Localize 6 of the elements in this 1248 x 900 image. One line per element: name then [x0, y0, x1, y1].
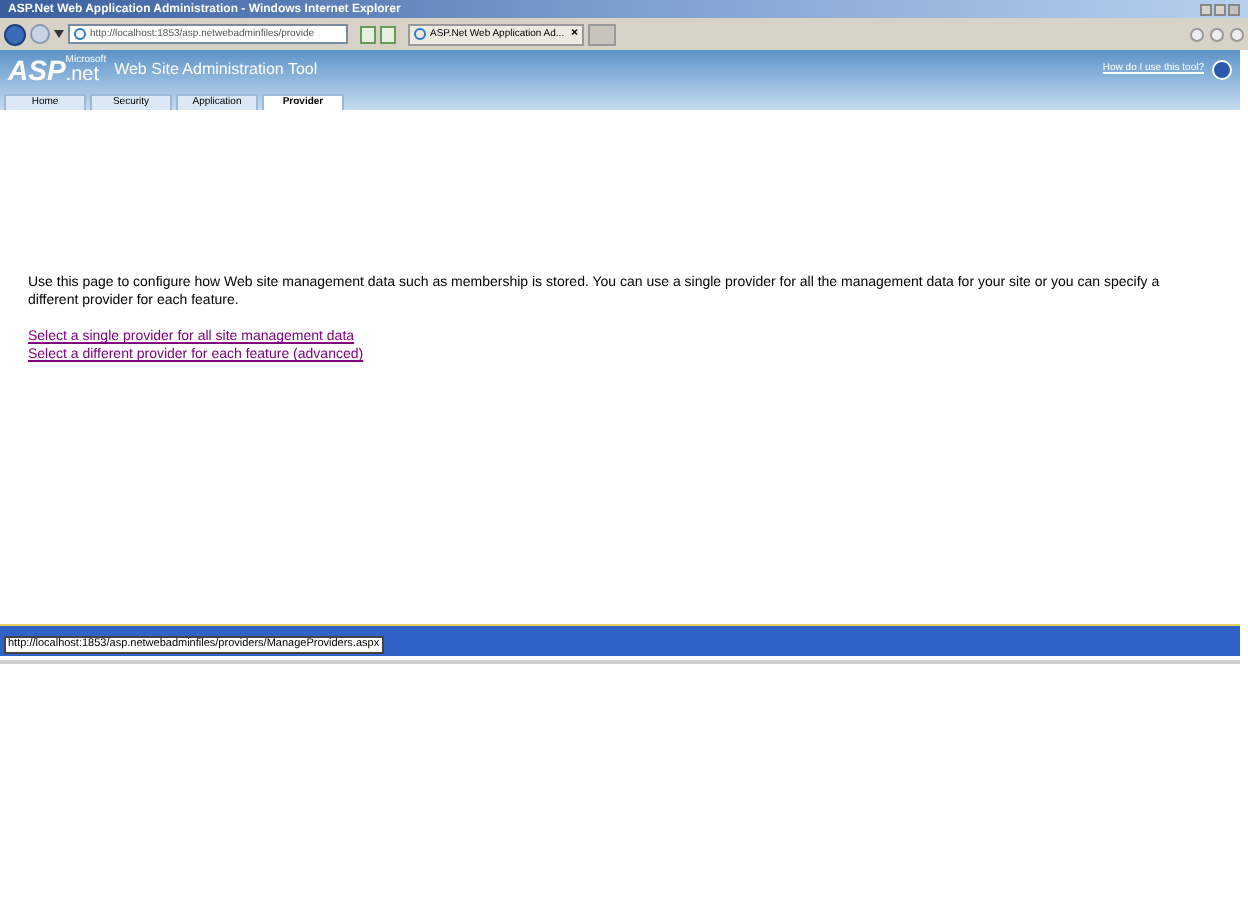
logo-text: ASP — [8, 56, 66, 84]
new-tab-button[interactable] — [588, 23, 616, 45]
back-icon[interactable] — [4, 23, 26, 45]
tool-title: Web Site Administration Tool — [114, 58, 318, 82]
dropdown-icon[interactable] — [54, 30, 64, 38]
logo-suffix: .net — [65, 65, 101, 85]
